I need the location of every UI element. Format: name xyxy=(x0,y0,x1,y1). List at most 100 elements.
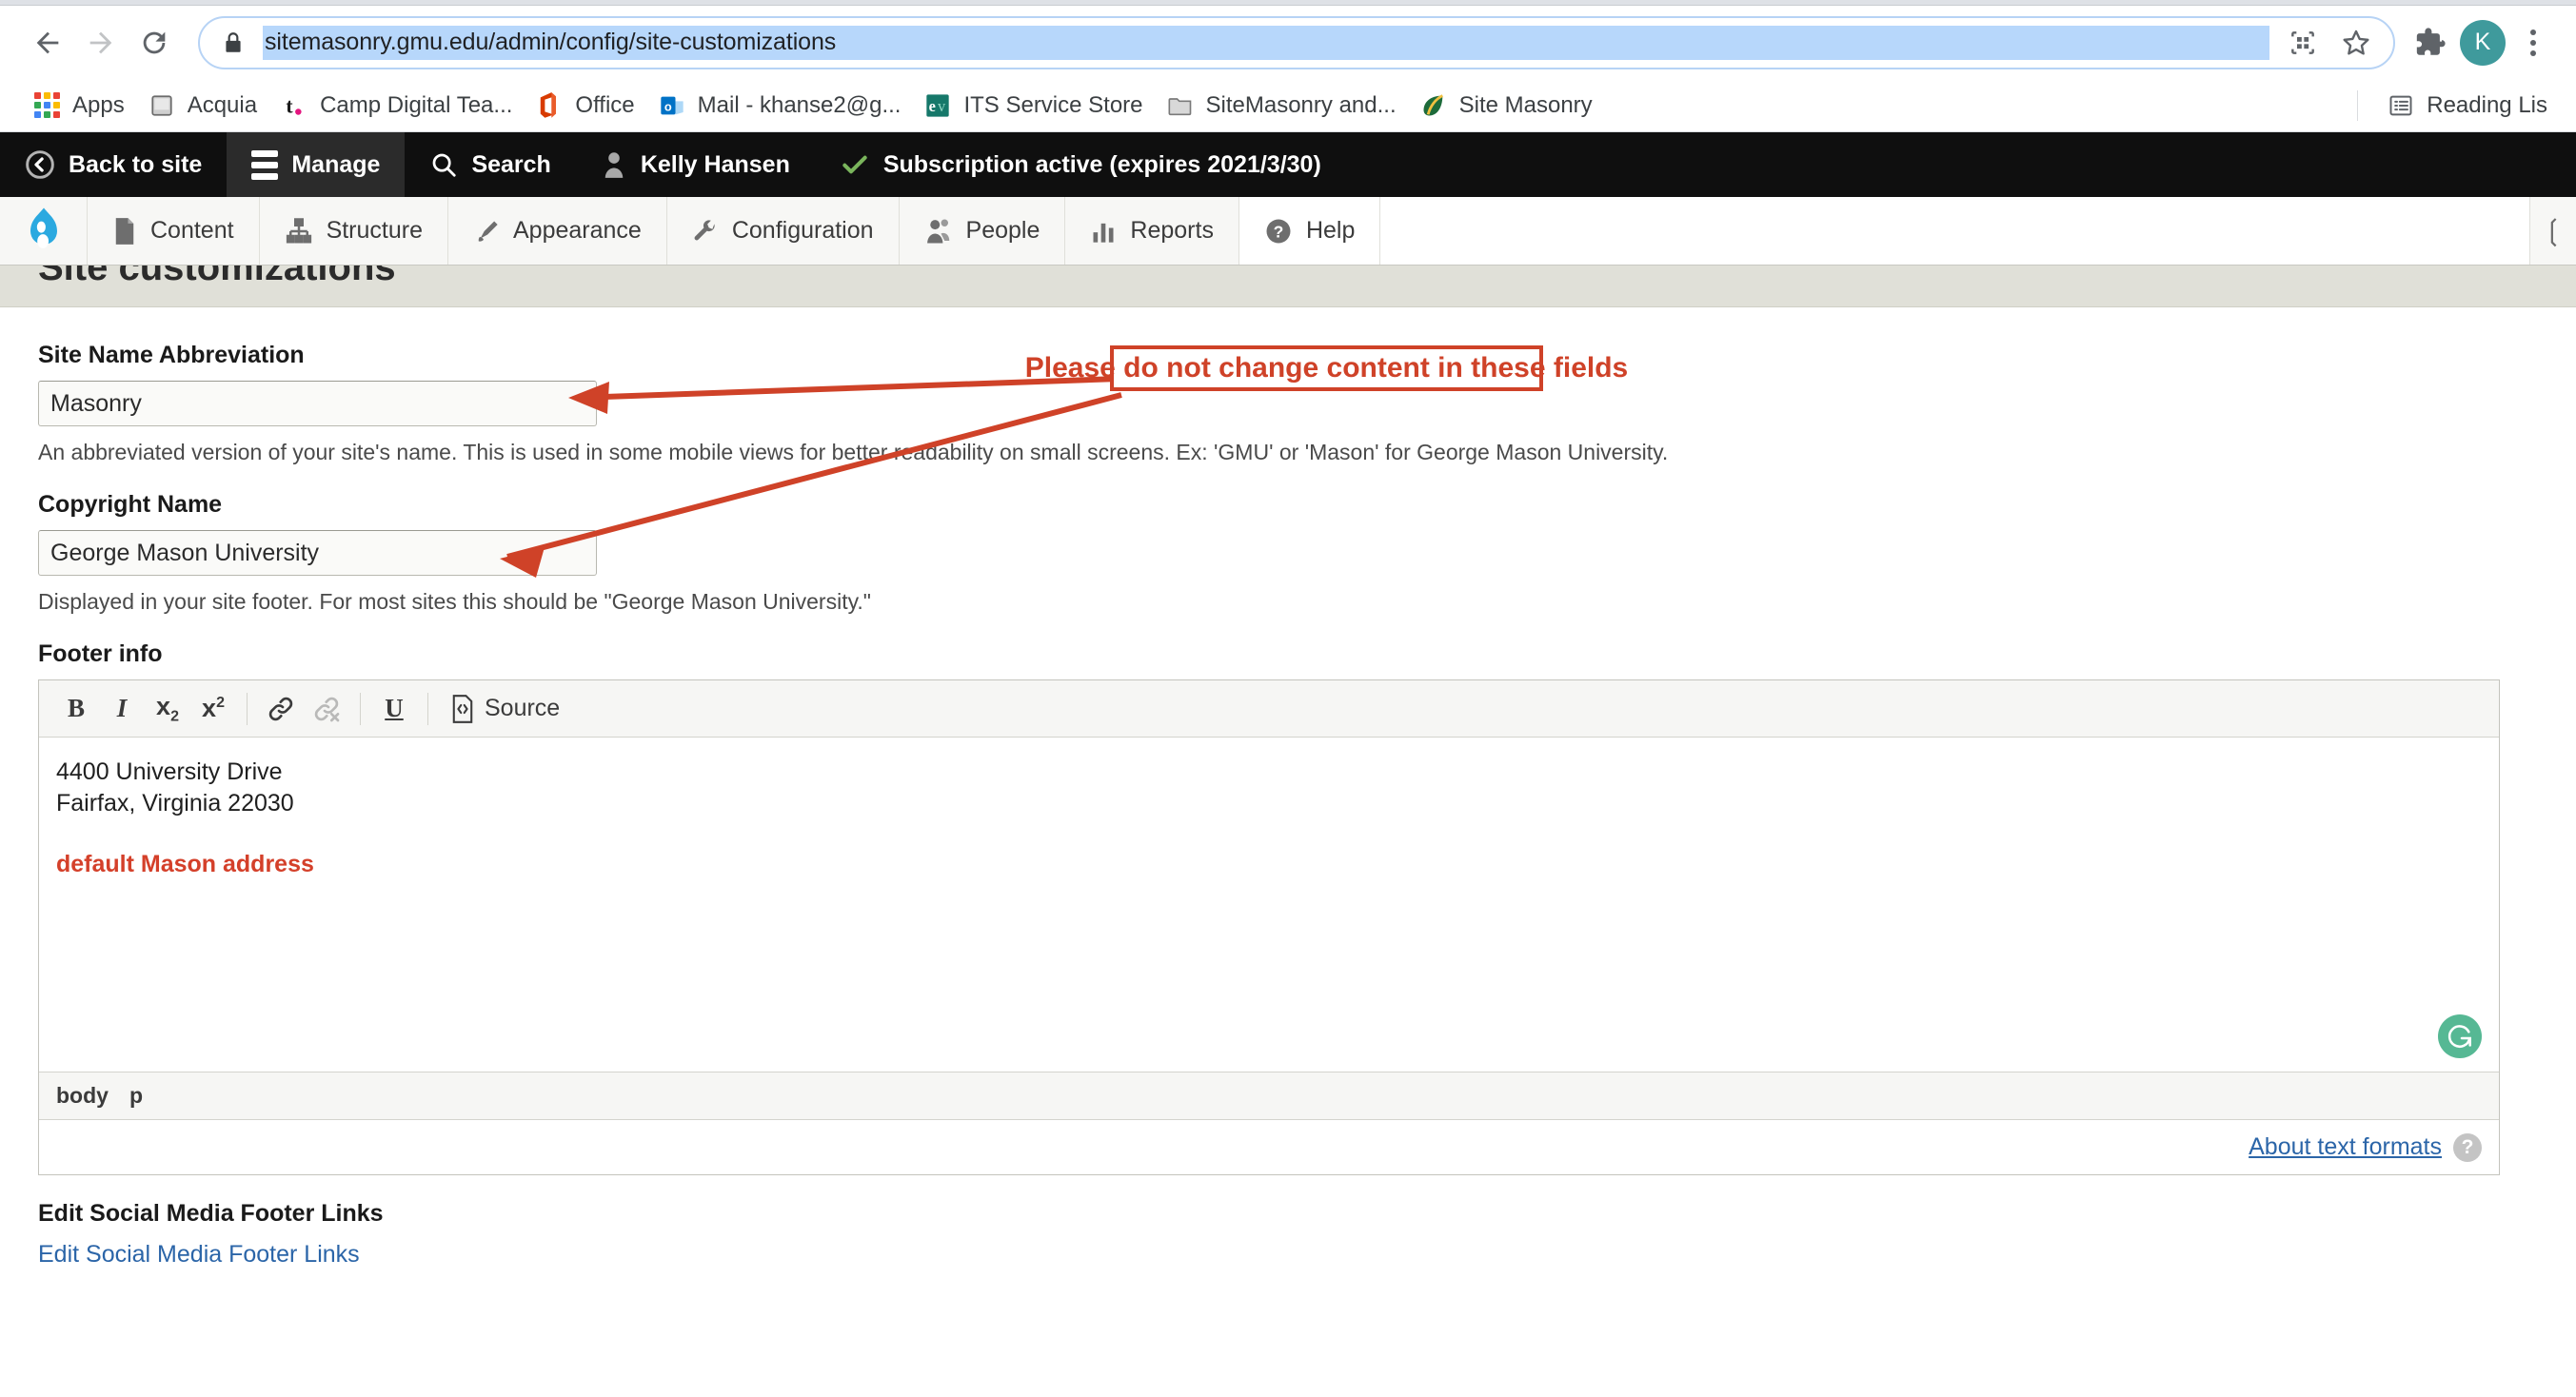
puzzle-piece-icon[interactable] xyxy=(2408,21,2452,65)
reading-list-button[interactable]: Reading Lis xyxy=(2375,87,2559,125)
qr-code-icon[interactable] xyxy=(2281,21,2325,65)
back-arrow-icon[interactable] xyxy=(21,16,74,69)
ckeditor-body[interactable]: 4400 University Drive Fairfax, Virginia … xyxy=(39,738,2499,1072)
menu-item-content[interactable]: Content xyxy=(88,197,260,265)
ckeditor-toolbar: B I x2 x2 xyxy=(39,680,2499,738)
toolbar-divider xyxy=(247,693,248,725)
address-bar[interactable]: sitemasonry.gmu.edu/admin/config/site-cu… xyxy=(198,16,2395,69)
user-account-button[interactable]: Kelly Hansen xyxy=(576,132,815,197)
reading-list-icon xyxy=(2387,91,2415,120)
page-header: Site customizations xyxy=(0,266,2576,307)
bookmark-label: Mail - khanse2@g... xyxy=(698,92,902,119)
drupal-logo-icon[interactable] xyxy=(0,197,88,265)
search-button[interactable]: Search xyxy=(405,132,575,197)
bar-chart-icon xyxy=(1090,218,1117,245)
menu-item-people[interactable]: People xyxy=(900,197,1066,265)
menu-item-label: Reports xyxy=(1130,217,1214,245)
menu-item-configuration[interactable]: Configuration xyxy=(667,197,900,265)
link-icon[interactable] xyxy=(259,687,303,731)
bookmark-mail[interactable]: o Mail - khanse2@g... xyxy=(646,87,913,125)
avatar[interactable]: K xyxy=(2460,20,2506,66)
grammarly-icon[interactable] xyxy=(2438,1014,2482,1058)
lock-icon xyxy=(221,30,246,55)
browser-toolbar: sitemasonry.gmu.edu/admin/config/site-cu… xyxy=(0,6,2576,79)
footer-info-label: Footer info xyxy=(38,640,163,667)
help-icon[interactable]: ? xyxy=(2453,1133,2482,1162)
manage-button[interactable]: Manage xyxy=(227,132,405,197)
hamburger-icon xyxy=(251,150,278,180)
unlink-icon[interactable] xyxy=(305,687,348,731)
search-label: Search xyxy=(471,151,550,179)
bold-button[interactable]: B xyxy=(54,687,98,731)
folder-icon xyxy=(1166,91,1195,120)
menu-item-help[interactable]: ? Help xyxy=(1239,197,1380,265)
bookmark-acquia[interactable]: Acquia xyxy=(136,87,268,125)
menu-item-label: Content xyxy=(150,217,234,245)
about-text-formats-link[interactable]: About text formats xyxy=(2249,1133,2442,1161)
bookmarks-divider xyxy=(2357,90,2358,121)
edit-social-media-footer-links-link[interactable]: Edit Social Media Footer Links xyxy=(38,1241,360,1269)
elements-path-p[interactable]: p xyxy=(129,1083,143,1109)
menu-collapse-icon[interactable]: ❲ xyxy=(2530,197,2576,265)
source-button[interactable]: Source xyxy=(440,687,569,731)
footer-note-annotation: default Mason address xyxy=(56,849,2482,880)
bookmark-label: ITS Service Store xyxy=(963,92,1142,119)
subscription-status[interactable]: Subscription active (expires 2021/3/30) xyxy=(815,132,1346,197)
bookmark-label: Office xyxy=(575,92,634,119)
subscript-button[interactable]: x2 xyxy=(146,687,189,731)
menu-item-reports[interactable]: Reports xyxy=(1065,197,1239,265)
back-to-site-button[interactable]: Back to site xyxy=(0,132,227,197)
menu-item-appearance[interactable]: Appearance xyxy=(448,197,667,265)
bookmark-its-service-store[interactable]: ev ITS Service Store xyxy=(912,87,1154,125)
copyright-name-input[interactable] xyxy=(38,530,597,576)
reading-list-label: Reading Lis xyxy=(2427,92,2547,119)
user-icon xyxy=(601,150,627,179)
bookmark-apps[interactable]: Apps xyxy=(21,87,136,125)
source-label: Source xyxy=(485,695,560,722)
url-text[interactable]: sitemasonry.gmu.edu/admin/config/site-cu… xyxy=(263,26,2269,60)
office-icon xyxy=(535,91,564,120)
bookmark-camp-digital[interactable]: t Camp Digital Tea... xyxy=(268,87,524,125)
manage-label: Manage xyxy=(291,151,380,179)
superscript-button[interactable]: x2 xyxy=(191,687,235,731)
bookmark-label: Camp Digital Tea... xyxy=(320,92,512,119)
menu-item-label: Configuration xyxy=(732,217,874,245)
social-media-label: Edit Social Media Footer Links xyxy=(38,1200,2538,1228)
toolbar-divider xyxy=(427,693,428,725)
acquia-icon xyxy=(148,91,176,120)
site-name-abbreviation-input[interactable] xyxy=(38,381,597,426)
bookmark-sitemasonry-folder[interactable]: SiteMasonry and... xyxy=(1155,87,1408,125)
apps-grid-icon xyxy=(32,91,61,120)
menu-item-label: People xyxy=(966,217,1040,245)
leaf-icon xyxy=(1419,91,1448,120)
question-mark-icon: ? xyxy=(1264,217,1293,246)
forward-arrow-icon[interactable] xyxy=(74,16,128,69)
star-icon[interactable] xyxy=(2334,21,2378,65)
annotation-callout-box: Please do not change content in these fi… xyxy=(1110,345,1543,391)
site-name-abbreviation-description: An abbreviated version of your site's na… xyxy=(38,440,2538,465)
subscription-label: Subscription active (expires 2021/3/30) xyxy=(883,151,1321,179)
menu-item-label: Help xyxy=(1306,217,1355,245)
checkmark-icon xyxy=(840,149,870,180)
svg-text:o: o xyxy=(664,99,671,113)
underline-button[interactable]: U xyxy=(372,687,416,731)
field-copyright-name: Copyright Name Displayed in your site fo… xyxy=(38,465,2538,615)
bookmark-label: Acquia xyxy=(188,92,257,119)
reload-icon[interactable] xyxy=(128,16,181,69)
svg-text:?: ? xyxy=(1274,222,1284,241)
italic-button[interactable]: I xyxy=(100,687,144,731)
menu-item-structure[interactable]: Structure xyxy=(260,197,448,265)
field-footer-info: Footer info B I x2 x2 xyxy=(38,615,2538,1175)
elements-path-body[interactable]: body xyxy=(56,1083,109,1109)
paintbrush-icon xyxy=(473,218,500,245)
bookmark-site-masonry[interactable]: Site Masonry xyxy=(1408,87,1604,125)
back-circle-icon xyxy=(25,149,55,180)
wrench-icon xyxy=(692,218,719,245)
field-social-media-footer-links: Edit Social Media Footer Links Edit Soci… xyxy=(38,1175,2538,1269)
structure-tree-icon xyxy=(285,217,313,246)
copyright-name-description: Displayed in your site footer. For most … xyxy=(38,589,2538,615)
three-dot-menu-icon[interactable] xyxy=(2511,21,2555,65)
main-content: Site Name Abbreviation An abbreviated ve… xyxy=(0,307,2576,1397)
bookmark-office[interactable]: Office xyxy=(524,87,645,125)
page-title: Site customizations xyxy=(38,266,396,289)
